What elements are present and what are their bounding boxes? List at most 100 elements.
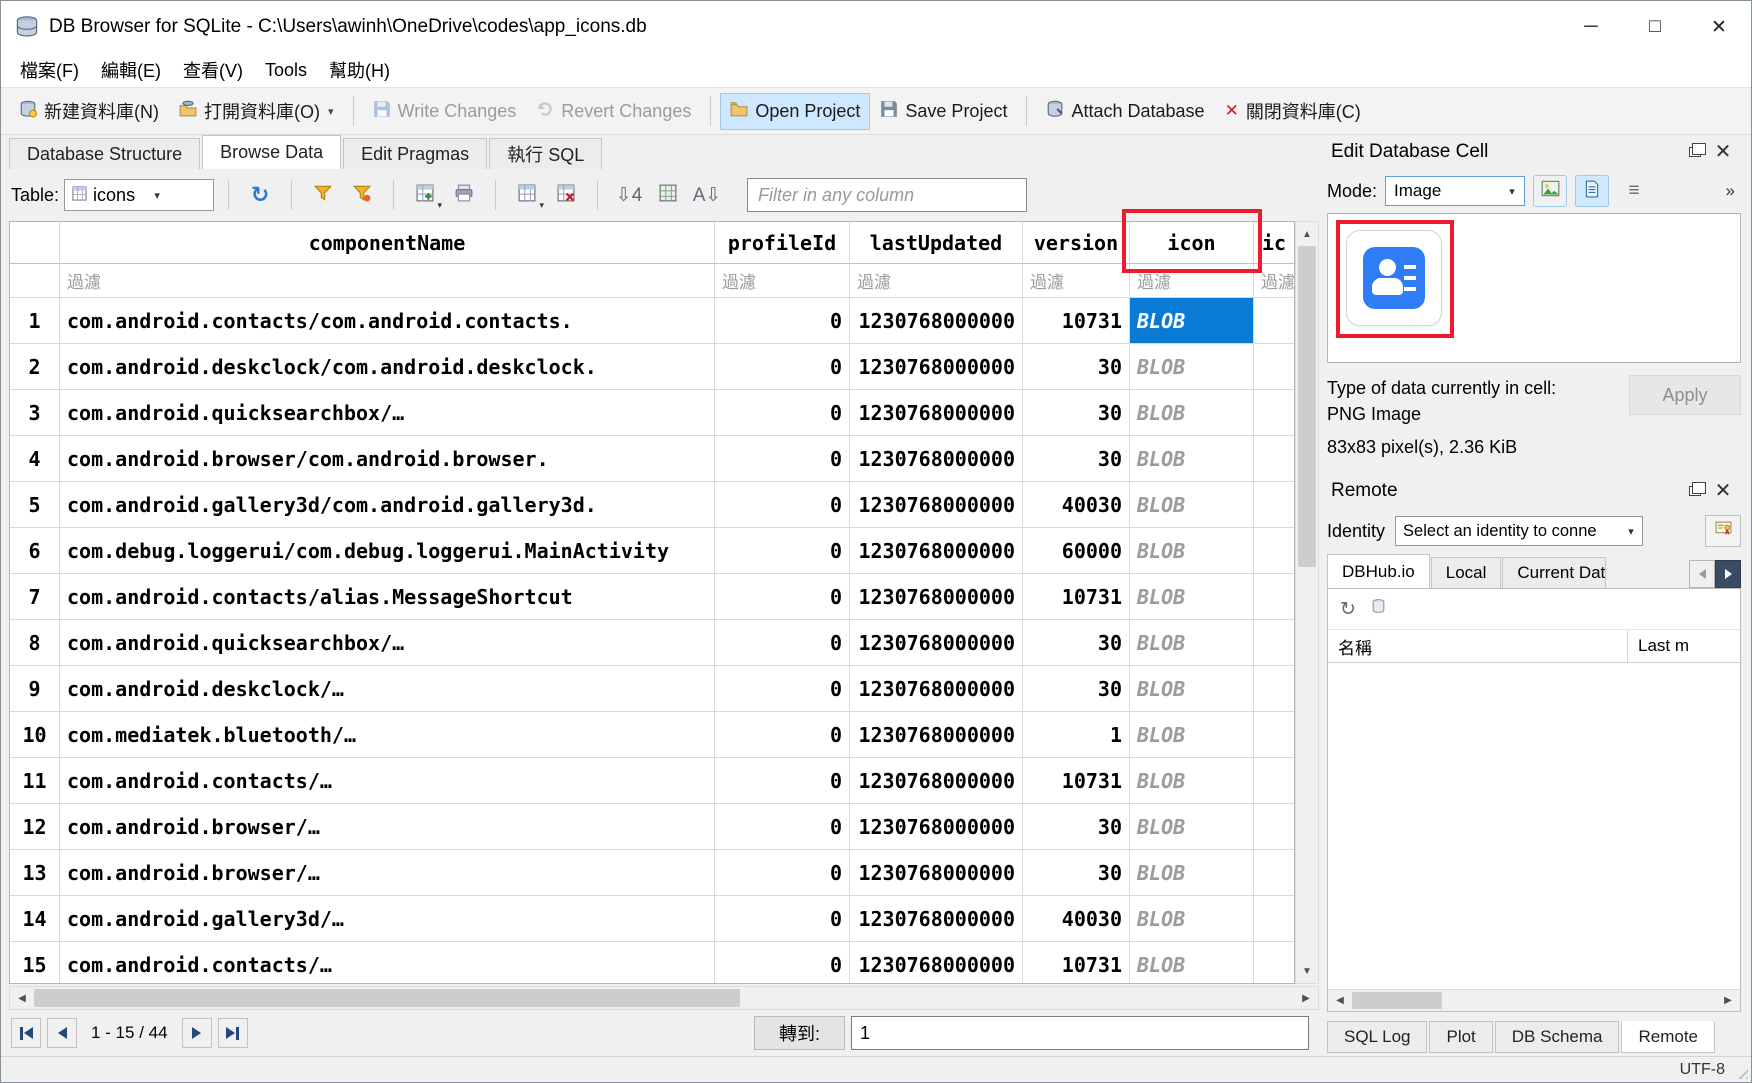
componentName-cell[interactable]: com.debug.loggerui/com.debug.loggerui.Ma… — [60, 528, 715, 574]
remote-last-modified-header[interactable]: Last m — [1628, 630, 1740, 662]
lastUpdated-cell[interactable]: 1230768000000 — [850, 942, 1023, 984]
menu-edit[interactable]: 編輯(E) — [90, 54, 172, 86]
scroll-down-button[interactable]: ▼ — [1296, 959, 1318, 983]
row-number-cell[interactable]: 7 — [10, 574, 60, 620]
version-cell[interactable]: 30 — [1023, 344, 1130, 390]
extra-cell[interactable] — [1254, 436, 1294, 482]
tab-local[interactable]: Local — [1431, 557, 1502, 588]
float-panel-button[interactable] — [1681, 479, 1709, 503]
profileId-cell[interactable]: 0 — [715, 390, 850, 436]
extra-cell[interactable] — [1254, 620, 1294, 666]
componentName-cell[interactable]: com.mediatek.bluetooth/… — [60, 712, 715, 758]
extra-cell[interactable] — [1254, 574, 1294, 620]
attach-database-button[interactable]: Attach Database — [1036, 93, 1214, 130]
icon-blob-cell[interactable]: BLOB — [1130, 712, 1254, 758]
import-data-button[interactable] — [1533, 175, 1567, 207]
remote-file-list[interactable] — [1328, 663, 1740, 989]
extra-cell[interactable] — [1254, 666, 1294, 712]
profileId-cell[interactable]: 0 — [715, 758, 850, 804]
profileId-cell[interactable]: 0 — [715, 620, 850, 666]
profileId-cell[interactable]: 0 — [715, 804, 850, 850]
extra-cell[interactable] — [1254, 758, 1294, 804]
lastUpdated-cell[interactable]: 1230768000000 — [850, 298, 1023, 344]
tab-browse-data[interactable]: Browse Data — [202, 135, 341, 169]
write-changes-button[interactable]: Write Changes — [363, 93, 527, 130]
version-cell[interactable]: 10731 — [1023, 574, 1130, 620]
maximize-button[interactable]: □ — [1623, 1, 1687, 53]
first-page-button[interactable] — [11, 1018, 41, 1048]
row-number-cell[interactable]: 12 — [10, 804, 60, 850]
resize-grip[interactable] — [1735, 1066, 1748, 1079]
profileId-cell[interactable]: 0 — [715, 298, 850, 344]
extra-cell[interactable] — [1254, 942, 1294, 984]
lastUpdated-cell[interactable]: 1230768000000 — [850, 482, 1023, 528]
lastUpdated-cell[interactable]: 1230768000000 — [850, 712, 1023, 758]
tab-database-structure[interactable]: Database Structure — [9, 138, 200, 169]
icon-blob-cell[interactable]: BLOB — [1130, 482, 1254, 528]
open-project-button[interactable]: Open Project — [720, 93, 870, 130]
next-page-button[interactable] — [182, 1018, 212, 1048]
encoding-indicator[interactable]: UTF-8 — [1680, 1061, 1725, 1079]
icon-blob-cell[interactable]: BLOB — [1130, 896, 1254, 942]
extra-cell[interactable] — [1254, 712, 1294, 758]
icon-blob-cell[interactable]: BLOB — [1130, 436, 1254, 482]
row-number-cell[interactable]: 2 — [10, 344, 60, 390]
save-filter-button[interactable] — [345, 178, 379, 212]
vertical-scroll-thumb[interactable] — [1298, 246, 1316, 567]
row-number-cell[interactable]: 5 — [10, 482, 60, 528]
componentName-cell[interactable]: com.android.browser/… — [60, 804, 715, 850]
identity-select[interactable]: Select an identity to conne ▾ — [1395, 516, 1643, 546]
save-project-button[interactable]: Save Project — [870, 93, 1017, 130]
tab-plot[interactable]: Plot — [1429, 1021, 1492, 1053]
version-cell[interactable]: 30 — [1023, 620, 1130, 666]
lastUpdated-cell[interactable]: 1230768000000 — [850, 896, 1023, 942]
refresh-button[interactable]: ↻ — [243, 178, 277, 212]
vertical-scroll-track[interactable] — [1296, 246, 1318, 959]
componentName-cell[interactable]: com.android.quicksearchbox/… — [60, 390, 715, 436]
horizontal-scrollbar[interactable]: ◀ ▶ — [9, 986, 1319, 1010]
extra-cell[interactable] — [1254, 298, 1294, 344]
row-number-cell[interactable]: 6 — [10, 528, 60, 574]
profileId-cell[interactable]: 0 — [715, 942, 850, 984]
row-number-cell[interactable]: 8 — [10, 620, 60, 666]
componentName-cell[interactable]: com.android.browser/com.android.browser. — [60, 436, 715, 482]
componentName-cell[interactable]: com.android.contacts/… — [60, 758, 715, 804]
scroll-right-button[interactable]: ▶ — [1294, 987, 1318, 1009]
apply-button[interactable]: Apply — [1629, 375, 1741, 415]
remote-horizontal-scrollbar[interactable]: ◀ ▶ — [1328, 989, 1740, 1011]
horizontal-scroll-track[interactable] — [1352, 990, 1716, 1011]
row-number-cell[interactable]: 15 — [10, 942, 60, 984]
icon-blob-cell[interactable]: BLOB — [1130, 574, 1254, 620]
row-number-cell[interactable]: 1 — [10, 298, 60, 344]
close-panel-button[interactable]: ✕ — [1709, 140, 1737, 164]
close-panel-button[interactable]: ✕ — [1709, 479, 1737, 503]
lastUpdated-cell[interactable]: 1230768000000 — [850, 390, 1023, 436]
icon-blob-cell[interactable]: BLOB — [1130, 390, 1254, 436]
version-cell[interactable]: 10731 — [1023, 942, 1130, 984]
print-cell-button[interactable] — [1575, 175, 1609, 207]
extra-cell[interactable] — [1254, 344, 1294, 390]
tab-edit-pragmas[interactable]: Edit Pragmas — [343, 138, 487, 169]
lastUpdated-cell[interactable]: 1230768000000 — [850, 574, 1023, 620]
table-select[interactable]: icons ▾ — [64, 179, 214, 211]
row-number-cell[interactable]: 9 — [10, 666, 60, 712]
lastUpdated-cell[interactable]: 1230768000000 — [850, 620, 1023, 666]
open-database-dropdown-icon[interactable]: ▾ — [328, 105, 334, 118]
icon-blob-cell[interactable]: BLOB — [1130, 620, 1254, 666]
componentName-cell[interactable]: com.android.browser/… — [60, 850, 715, 896]
lastUpdated-cell[interactable]: 1230768000000 — [850, 804, 1023, 850]
print-button[interactable] — [447, 178, 481, 212]
extra-cell[interactable] — [1254, 528, 1294, 574]
scroll-up-button[interactable]: ▲ — [1296, 222, 1318, 246]
icon-blob-cell[interactable]: BLOB — [1130, 666, 1254, 712]
version-cell[interactable]: 10731 — [1023, 298, 1130, 344]
row-number-cell[interactable]: 14 — [10, 896, 60, 942]
componentName-cell[interactable]: com.android.contacts/com.android.contact… — [60, 298, 715, 344]
header-icon[interactable]: icon — [1130, 222, 1254, 264]
tab-sql-log[interactable]: SQL Log — [1327, 1021, 1427, 1053]
menu-file[interactable]: 檔案(F) — [9, 54, 90, 86]
goto-record-input[interactable] — [851, 1016, 1309, 1050]
table-format-button[interactable] — [651, 178, 685, 212]
filter-any-column-input[interactable] — [747, 178, 1027, 212]
icon-blob-cell[interactable]: BLOB — [1130, 942, 1254, 984]
